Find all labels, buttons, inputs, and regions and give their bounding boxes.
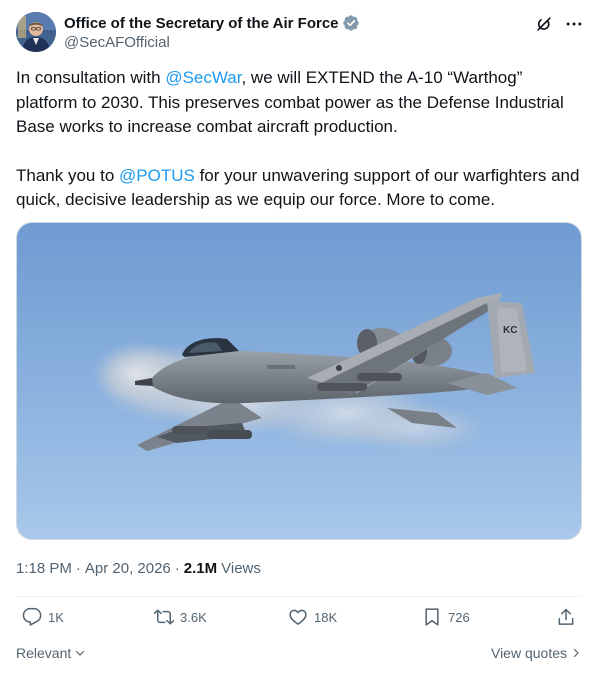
bookmark-icon [425, 608, 439, 626]
like-count: 18K [314, 609, 338, 625]
reply-icon [22, 607, 42, 626]
heart-icon [289, 609, 307, 625]
view-quotes-label: View quotes [490, 645, 567, 661]
tweet-text: In consultation with @SecWar, we will EX… [16, 66, 582, 213]
account-names: Office of the Secretary of the Air Force… [64, 13, 360, 51]
display-name[interactable]: Office of the Secretary of the Air Force [64, 15, 339, 32]
meta-separator: · [75, 560, 81, 577]
tweet-text-segment: In consultation with [16, 68, 166, 87]
avatar[interactable] [16, 12, 56, 52]
tweet-header: Office of the Secretary of the Air Force… [16, 12, 584, 54]
repost-button[interactable]: 3.6K [154, 607, 207, 627]
reply-button[interactable]: 1K [22, 607, 64, 627]
bookmark-count: 726 [448, 609, 470, 625]
tweet-time[interactable]: 1:18 PM [16, 560, 72, 577]
meta-separator: · [174, 560, 180, 577]
tweet-paragraph-1: In consultation with @SecWar, we will EX… [16, 66, 582, 140]
tweet-actions: 1K 3.6K 18K 726 [16, 607, 584, 635]
account-handle[interactable]: @SecAFOfficial [64, 34, 360, 51]
view-quotes-link[interactable]: View quotes [491, 645, 582, 661]
tweet-meta: 1:18 PM · Apr 20, 2026 · 2.1M Views [16, 560, 261, 577]
repost-icon [154, 609, 174, 625]
share-button[interactable] [556, 607, 576, 627]
display-name-row: Office of the Secretary of the Air Force [64, 13, 360, 33]
sort-replies-label: Relevant [16, 645, 72, 661]
share-icon [558, 608, 574, 625]
views-label: Views [221, 560, 261, 577]
sort-replies-dropdown[interactable]: Relevant [16, 645, 86, 661]
reply-count: 1K [48, 609, 64, 625]
tweet-date[interactable]: Apr 20, 2026 [85, 560, 171, 577]
tweet-text-segment: Thank you to [16, 165, 120, 185]
replies-footer: Relevant View quotes [16, 643, 582, 663]
verified-badge-icon[interactable] [342, 14, 360, 32]
mention-link[interactable]: @SecWar [165, 68, 241, 87]
tweet-paragraph-2: Thank you to @POTUS for your unwavering … [16, 164, 582, 213]
header-actions [534, 14, 584, 34]
grok-icon[interactable] [534, 14, 554, 34]
tweet-media-photo[interactable]: KC [16, 222, 582, 540]
mention-link[interactable]: @POTUS [119, 166, 195, 185]
a10-aircraft-photo: KC [17, 223, 581, 539]
tail-code-text: KC [503, 325, 517, 336]
chevron-down-icon [76, 650, 85, 656]
bookmark-button[interactable]: 726 [422, 607, 470, 627]
more-options-icon[interactable] [564, 14, 584, 34]
repost-count: 3.6K [180, 609, 207, 625]
like-button[interactable]: 18K [288, 607, 337, 627]
chevron-right-icon [573, 648, 579, 658]
views-count: 2.1M [183, 560, 218, 577]
divider [16, 596, 582, 597]
profile-photo-icon [16, 12, 56, 52]
